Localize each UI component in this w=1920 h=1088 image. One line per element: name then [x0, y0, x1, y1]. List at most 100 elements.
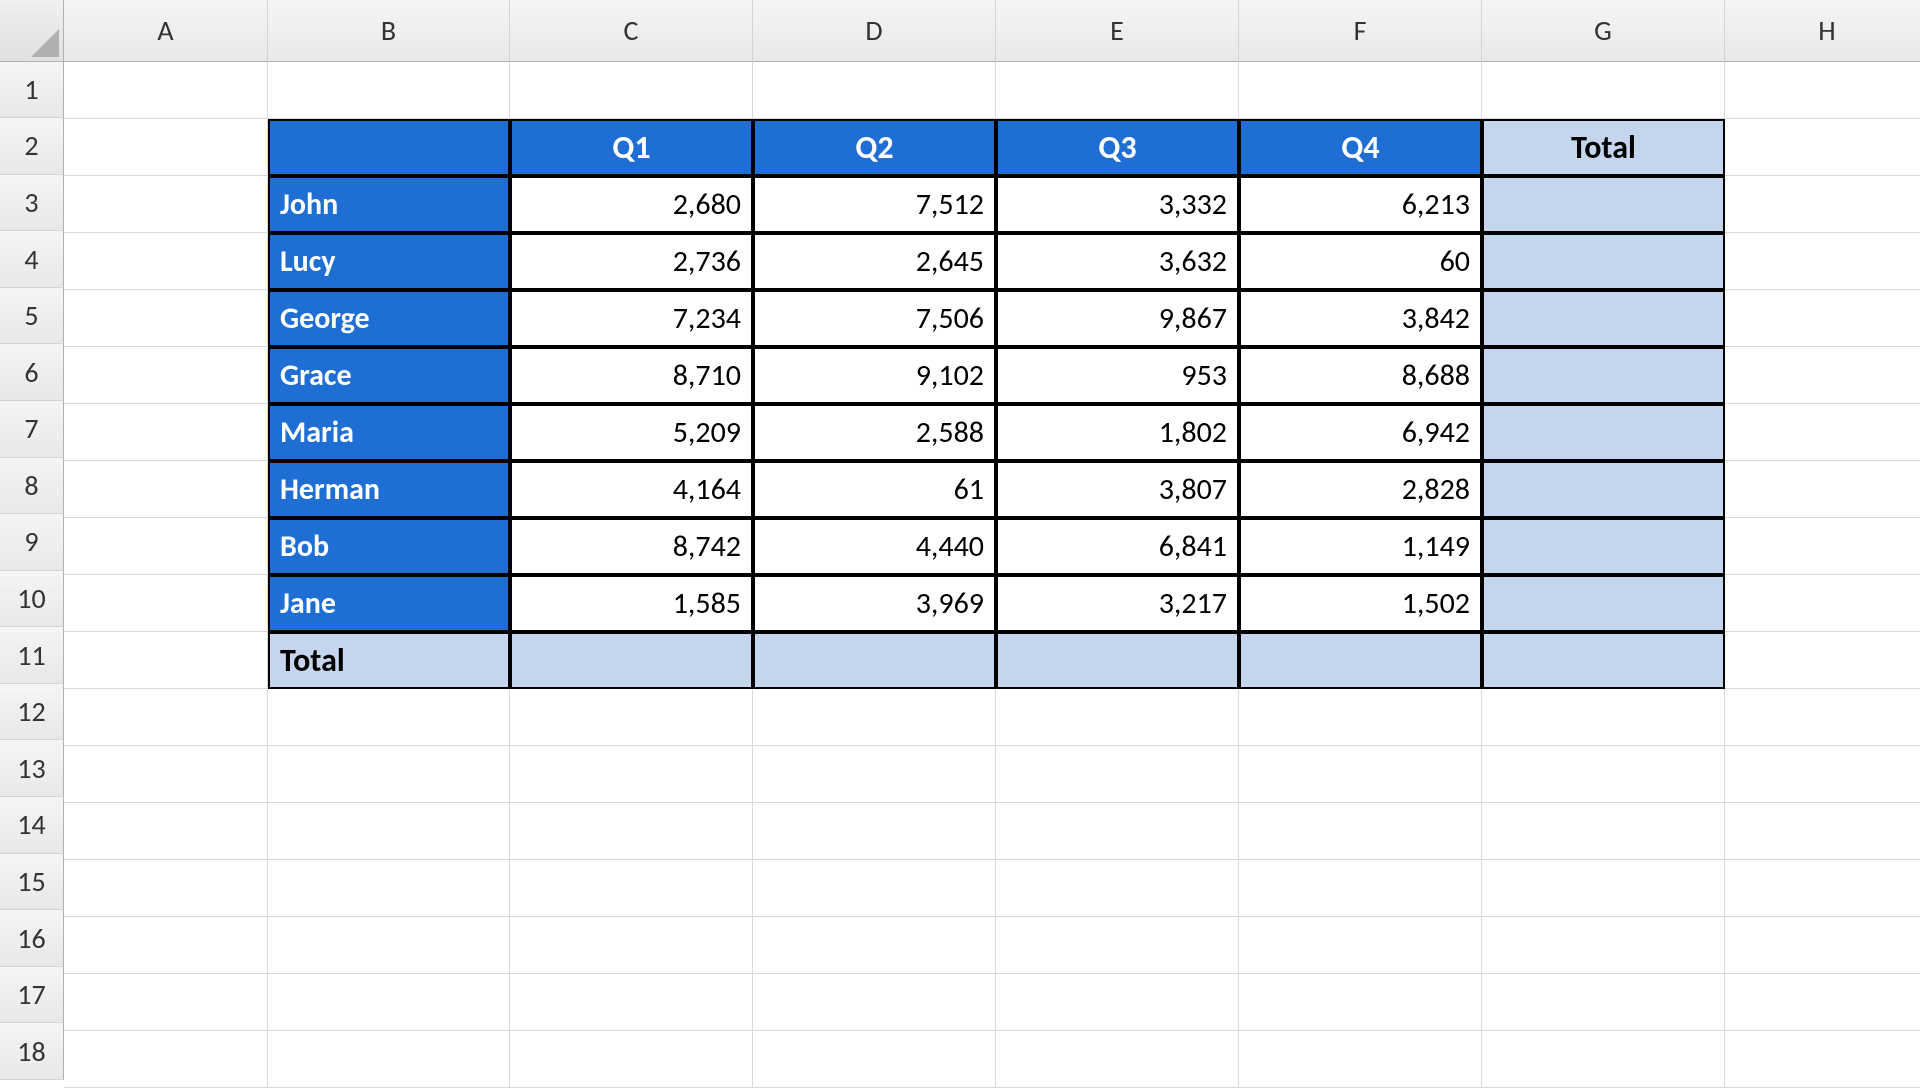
- cell-c10-value[interactable]: 1,585: [510, 575, 753, 632]
- cell-b2[interactable]: [268, 119, 510, 176]
- cell-a18[interactable]: [64, 1031, 268, 1088]
- cell-f16[interactable]: [1239, 917, 1482, 974]
- cell-f11-total[interactable]: [1239, 632, 1482, 689]
- cell-c1[interactable]: [510, 62, 753, 119]
- cell-b6-name[interactable]: Grace: [268, 347, 510, 404]
- cell-h3[interactable]: [1725, 176, 1920, 233]
- cell-c16[interactable]: [510, 917, 753, 974]
- cell-e15[interactable]: [996, 860, 1239, 917]
- row-header-9[interactable]: 9: [0, 514, 64, 571]
- cell-e14[interactable]: [996, 803, 1239, 860]
- row-header-18[interactable]: 18: [0, 1023, 64, 1080]
- cell-b1[interactable]: [268, 62, 510, 119]
- cell-e7-value[interactable]: 1,802: [996, 404, 1239, 461]
- cell-b12[interactable]: [268, 689, 510, 746]
- cell-g15[interactable]: [1482, 860, 1725, 917]
- cell-e18[interactable]: [996, 1031, 1239, 1088]
- cell-f15[interactable]: [1239, 860, 1482, 917]
- row-header-12[interactable]: 12: [0, 684, 64, 741]
- row-header-15[interactable]: 15: [0, 854, 64, 911]
- cell-b4-name[interactable]: Lucy: [268, 233, 510, 290]
- row-header-10[interactable]: 10: [0, 571, 64, 628]
- cell-c17[interactable]: [510, 974, 753, 1031]
- cell-g14[interactable]: [1482, 803, 1725, 860]
- cell-h7[interactable]: [1725, 404, 1920, 461]
- row-header-5[interactable]: 5: [0, 288, 64, 345]
- cell-d16[interactable]: [753, 917, 996, 974]
- cell-g4-total[interactable]: [1482, 233, 1725, 290]
- col-header-a[interactable]: A: [64, 0, 268, 62]
- cell-b15[interactable]: [268, 860, 510, 917]
- cell-h12[interactable]: [1725, 689, 1920, 746]
- cell-a5[interactable]: [64, 290, 268, 347]
- cell-c15[interactable]: [510, 860, 753, 917]
- cell-a16[interactable]: [64, 917, 268, 974]
- cell-c11-total[interactable]: [510, 632, 753, 689]
- cell-e3-value[interactable]: 3,332: [996, 176, 1239, 233]
- cell-b17[interactable]: [268, 974, 510, 1031]
- cell-h14[interactable]: [1725, 803, 1920, 860]
- cell-g1[interactable]: [1482, 62, 1725, 119]
- cell-h10[interactable]: [1725, 575, 1920, 632]
- cell-h18[interactable]: [1725, 1031, 1920, 1088]
- cell-g2-total-header[interactable]: Total: [1482, 119, 1725, 176]
- cell-a17[interactable]: [64, 974, 268, 1031]
- cell-d4-value[interactable]: 2,645: [753, 233, 996, 290]
- col-header-e[interactable]: E: [996, 0, 1239, 62]
- cell-b16[interactable]: [268, 917, 510, 974]
- cell-c7-value[interactable]: 5,209: [510, 404, 753, 461]
- cell-e11-total[interactable]: [996, 632, 1239, 689]
- cell-a12[interactable]: [64, 689, 268, 746]
- cell-g13[interactable]: [1482, 746, 1725, 803]
- cell-b3-name[interactable]: John: [268, 176, 510, 233]
- row-header-16[interactable]: 16: [0, 910, 64, 967]
- cell-b8-name[interactable]: Herman: [268, 461, 510, 518]
- row-header-6[interactable]: 6: [0, 344, 64, 401]
- row-header-1[interactable]: 1: [0, 62, 64, 119]
- cell-a3[interactable]: [64, 176, 268, 233]
- cell-a9[interactable]: [64, 518, 268, 575]
- cell-c14[interactable]: [510, 803, 753, 860]
- cell-a13[interactable]: [64, 746, 268, 803]
- cell-d10-value[interactable]: 3,969: [753, 575, 996, 632]
- cell-e9-value[interactable]: 6,841: [996, 518, 1239, 575]
- cell-g12[interactable]: [1482, 689, 1725, 746]
- cell-f5-value[interactable]: 3,842: [1239, 290, 1482, 347]
- cell-b5-name[interactable]: George: [268, 290, 510, 347]
- cell-e16[interactable]: [996, 917, 1239, 974]
- cell-f14[interactable]: [1239, 803, 1482, 860]
- cell-c5-value[interactable]: 7,234: [510, 290, 753, 347]
- cell-e1[interactable]: [996, 62, 1239, 119]
- cell-a2[interactable]: [64, 119, 268, 176]
- cell-f1[interactable]: [1239, 62, 1482, 119]
- cell-f10-value[interactable]: 1,502: [1239, 575, 1482, 632]
- cell-d12[interactable]: [753, 689, 996, 746]
- cell-h6[interactable]: [1725, 347, 1920, 404]
- cell-c12[interactable]: [510, 689, 753, 746]
- cell-g8-total[interactable]: [1482, 461, 1725, 518]
- cell-d17[interactable]: [753, 974, 996, 1031]
- cell-b10-name[interactable]: Jane: [268, 575, 510, 632]
- cell-c18[interactable]: [510, 1031, 753, 1088]
- cell-f2-q4-header[interactable]: Q4: [1239, 119, 1482, 176]
- row-header-17[interactable]: 17: [0, 967, 64, 1024]
- cell-d14[interactable]: [753, 803, 996, 860]
- cell-d13[interactable]: [753, 746, 996, 803]
- cell-h2[interactable]: [1725, 119, 1920, 176]
- cell-f13[interactable]: [1239, 746, 1482, 803]
- cell-a4[interactable]: [64, 233, 268, 290]
- cell-d6-value[interactable]: 9,102: [753, 347, 996, 404]
- cell-c8-value[interactable]: 4,164: [510, 461, 753, 518]
- col-header-h[interactable]: H: [1725, 0, 1920, 62]
- cell-c2-q1-header[interactable]: Q1: [510, 119, 753, 176]
- cell-g11-total[interactable]: [1482, 632, 1725, 689]
- cell-d15[interactable]: [753, 860, 996, 917]
- cell-e8-value[interactable]: 3,807: [996, 461, 1239, 518]
- cell-h8[interactable]: [1725, 461, 1920, 518]
- cell-e13[interactable]: [996, 746, 1239, 803]
- cell-a15[interactable]: [64, 860, 268, 917]
- cell-d1[interactable]: [753, 62, 996, 119]
- cell-f18[interactable]: [1239, 1031, 1482, 1088]
- cell-b18[interactable]: [268, 1031, 510, 1088]
- cell-g7-total[interactable]: [1482, 404, 1725, 461]
